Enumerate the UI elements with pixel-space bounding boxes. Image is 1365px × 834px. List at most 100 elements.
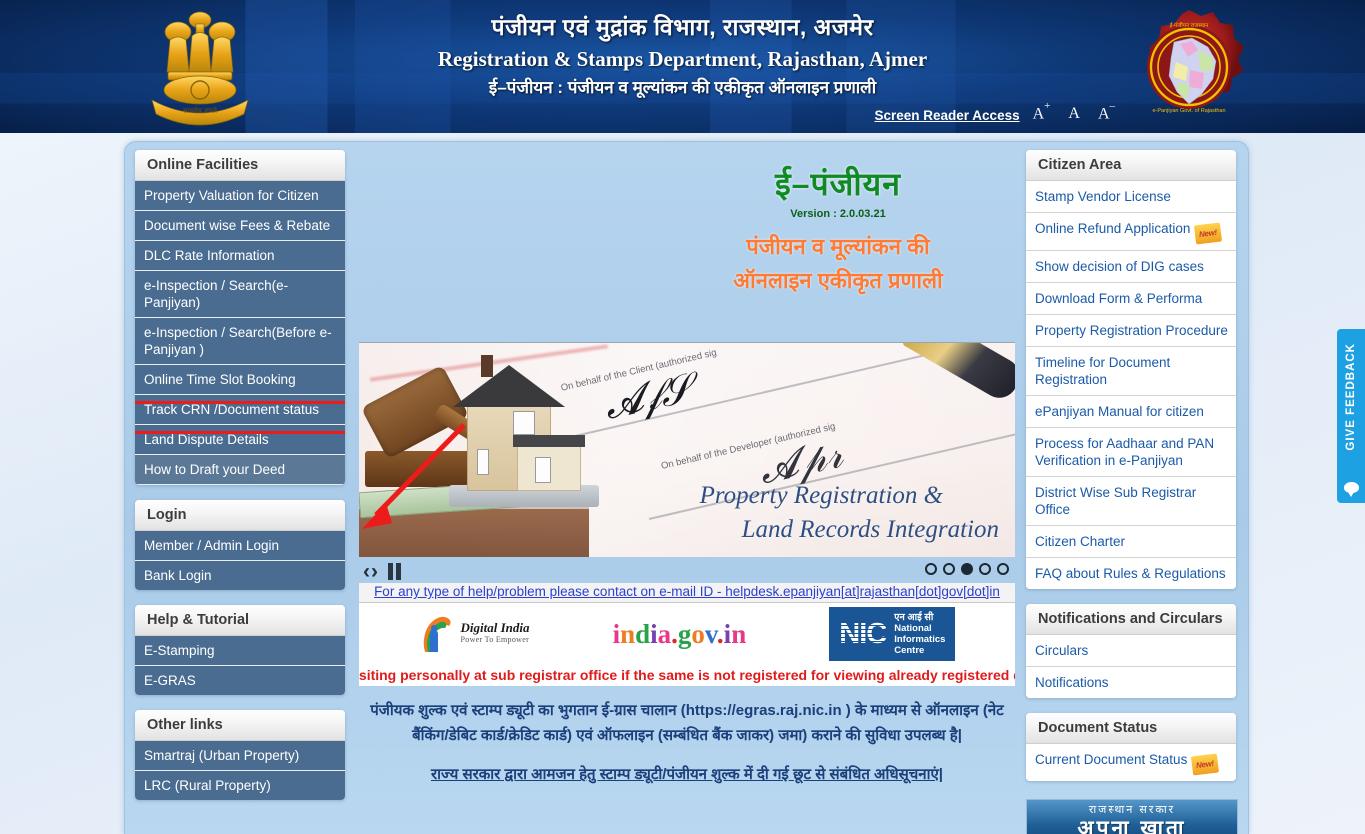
carousel-dot-4[interactable] xyxy=(979,563,991,575)
document-status-title: Document Status xyxy=(1026,713,1236,744)
screen-reader-access-link[interactable]: Screen Reader Access xyxy=(875,108,1020,123)
link-current-document-status[interactable]: Current Document Status New! xyxy=(1026,744,1236,781)
site-header: सत्यमेव जयते पंजीयन एवं मुद्रांक विभाग, … xyxy=(0,0,1365,133)
online-facilities-title: Online Facilities xyxy=(135,150,345,181)
apna-khata-logo[interactable]: राजस्थान सरकार अपना खाता (राजस्थान भू अभ… xyxy=(1026,799,1238,834)
link-property-registration-procedure[interactable]: Property Registration Procedure xyxy=(1026,315,1236,347)
carousel-controls: ‹ › xyxy=(359,557,1015,583)
content-shell: Online Facilities Property Valuation for… xyxy=(124,141,1249,834)
link-stamp-vendor-license[interactable]: Stamp Vendor License xyxy=(1026,181,1236,213)
sidebar-item-lrc[interactable]: LRC (Rural Property) xyxy=(135,771,345,800)
panel-login: Login Member / Admin Login Bank Login xyxy=(135,500,345,590)
sidebar-item-smartraj[interactable]: Smartraj (Urban Property) xyxy=(135,741,345,771)
chat-bubble-icon xyxy=(1343,482,1359,497)
accessibility-controls: Screen Reader Access A+ A A– xyxy=(875,100,1121,123)
carousel-dot-5[interactable] xyxy=(997,563,1009,575)
nic-line3: Centre xyxy=(894,645,925,656)
link-dig-cases-decision[interactable]: Show decision of DIG cases xyxy=(1026,251,1236,283)
carousel-dot-3[interactable] xyxy=(961,563,973,575)
egras-notice: पंजीयक शुल्क एवं स्टाम्प ड्यूटी का भुगता… xyxy=(370,702,1004,744)
give-feedback-tab[interactable]: GIVE FEEDBACK xyxy=(1337,329,1365,503)
nic-abbr: NIC xyxy=(839,617,887,650)
link-aadhaar-pan-verification[interactable]: Process for Aadhaar and PAN Verification… xyxy=(1026,428,1236,477)
link-faq-rules-regulations[interactable]: FAQ about Rules & Regulations xyxy=(1026,558,1236,589)
brand-title: ई–पंजीयन xyxy=(774,166,902,202)
desk-edge xyxy=(359,509,589,557)
link-circulars[interactable]: Circulars xyxy=(1026,635,1236,667)
sidebar-item-e-gras[interactable]: E-GRAS xyxy=(135,666,345,695)
nic-fullname: एन आई सी National Informatics Centre xyxy=(894,612,945,656)
stamp-duty-rebate-notification-link[interactable]: राज्य सरकार द्वारा आमजन हेतु स्टाम्प ड्य… xyxy=(359,764,1015,784)
apna-khata-line1: राजस्थान सरकार xyxy=(1088,804,1176,816)
carousel-dots xyxy=(925,563,1009,575)
digital-india-logo[interactable]: Digital India Power To Empower xyxy=(419,614,530,654)
carousel-pause-icon[interactable] xyxy=(387,563,403,580)
sidebar-item-dlc-rate[interactable]: DLC Rate Information xyxy=(135,241,345,271)
brand-subtitle-line1: पंजीयन व मूल्यांकन की xyxy=(746,234,930,259)
link-timeline-document-registration[interactable]: Timeline for Document Registration xyxy=(1026,347,1236,396)
panel-citizen-area: Citizen Area Stamp Vendor License Online… xyxy=(1026,150,1236,589)
partner-logos: Digital India Power To Empower india.gov… xyxy=(359,603,1015,665)
carousel-prev-icon[interactable]: ‹ xyxy=(363,561,370,582)
link-notifications[interactable]: Notifications xyxy=(1026,667,1236,698)
sidebar-item-bank-login[interactable]: Bank Login xyxy=(135,561,345,590)
sidebar-item-e-stamping[interactable]: E-Stamping xyxy=(135,636,345,666)
nic-logo[interactable]: NIC एन आई सी National Informatics Centre xyxy=(829,607,956,661)
brand-subtitle: पंजीयन व मूल्यांकन की ऑनलाइन एकीकृत प्रण… xyxy=(673,230,1003,298)
brand-subtitle-line2: ऑनलाइन एकीकृत प्रणाली xyxy=(733,268,943,293)
carousel-dot-2[interactable] xyxy=(943,563,955,575)
sidebar-item-member-admin-login[interactable]: Member / Admin Login xyxy=(135,531,345,561)
brand-version: Version : 2.0.03.21 xyxy=(790,208,886,220)
panel-notifications-circulars: Notifications and Circulars Circulars No… xyxy=(1026,604,1236,698)
brand-zone: ई–पंजीयन Version : 2.0.03.21 पंजीयन व मू… xyxy=(359,150,1015,342)
helpdesk-email-link[interactable]: For any type of help/problem please cont… xyxy=(359,583,1015,603)
digital-india-title: Digital India xyxy=(460,620,530,635)
nic-line1: National xyxy=(894,623,932,634)
sidebar-item-time-slot-booking[interactable]: Online Time Slot Booking xyxy=(135,365,345,395)
apna-khata-line2: अपना खाता xyxy=(1077,817,1187,834)
link-online-refund-application[interactable]: Online Refund Application New! xyxy=(1026,213,1236,251)
nic-line2: Informatics xyxy=(894,634,946,645)
house-model-icon xyxy=(439,353,599,507)
link-district-wise-sub-registrar[interactable]: District Wise Sub Registrar Office xyxy=(1026,477,1236,526)
sidebar-item-einspection-epanjiyan[interactable]: e-Inspection / Search(e-Panjiyan) xyxy=(135,271,345,318)
sidebar-item-land-dispute-details[interactable]: Land Dispute Details xyxy=(135,425,345,455)
link-label: Online Refund Application xyxy=(1035,221,1191,236)
link-label: Current Document Status xyxy=(1035,752,1188,767)
carousel-caption: Property Registration & Land Records Int… xyxy=(700,479,999,547)
digital-india-subtitle: Power To Empower xyxy=(460,635,530,644)
marquee-text: by visiting personally at sub registrar … xyxy=(359,667,1015,683)
help-tutorial-title: Help & Tutorial xyxy=(135,605,345,636)
sidebar-item-einspection-before-epanjiyan[interactable]: e-Inspection / Search(Before e-Panjiyan … xyxy=(135,318,345,365)
other-links-title: Other links xyxy=(135,710,345,741)
new-badge-icon: New! xyxy=(1194,222,1223,245)
sidebar-item-property-valuation[interactable]: Property Valuation for Citizen xyxy=(135,181,345,211)
font-decrease-button[interactable]: A– xyxy=(1098,100,1120,123)
login-title: Login xyxy=(135,500,345,531)
center-column: ई–पंजीयन Version : 2.0.03.21 पंजीयन व मू… xyxy=(359,150,1015,784)
carousel-slide[interactable]: On behalf of the Client (authorized sig … xyxy=(359,342,1015,557)
link-epanjiyan-manual[interactable]: ePanjiyan Manual for citizen xyxy=(1026,396,1236,428)
right-sidebar: Citizen Area Stamp Vendor License Online… xyxy=(1026,150,1238,834)
india-gov-logo[interactable]: india.gov.in xyxy=(613,619,747,650)
font-normal-button[interactable]: A xyxy=(1068,105,1085,123)
sidebar-item-draft-deed[interactable]: How to Draft your Deed xyxy=(135,455,345,485)
carousel-caption-line1: Property Registration & xyxy=(699,482,944,509)
link-download-form-performa[interactable]: Download Form & Performa xyxy=(1026,283,1236,315)
carousel-caption-line2: Land Records Integration xyxy=(741,516,999,543)
left-sidebar: Online Facilities Property Valuation for… xyxy=(135,150,347,815)
notifications-title: Notifications and Circulars xyxy=(1026,604,1236,635)
sidebar-item-document-fees-rebate[interactable]: Document wise Fees & Rebate xyxy=(135,211,345,241)
sidebar-item-track-crn[interactable]: Track CRN /Document status xyxy=(135,395,345,425)
new-badge-icon: New! xyxy=(1191,753,1220,776)
carousel-next-icon[interactable]: › xyxy=(371,561,378,582)
panel-help-tutorial: Help & Tutorial E-Stamping E-GRAS xyxy=(135,605,345,695)
carousel-dot-1[interactable] xyxy=(925,563,937,575)
emblem-caption: सत्यमेव जयते xyxy=(183,106,218,115)
panel-online-facilities: Online Facilities Property Valuation for… xyxy=(135,150,345,485)
link-citizen-charter[interactable]: Citizen Charter xyxy=(1026,526,1236,558)
give-feedback-label: GIVE FEEDBACK xyxy=(1345,343,1357,451)
panel-other-links: Other links Smartraj (Urban Property) LR… xyxy=(135,710,345,800)
font-increase-button[interactable]: A+ xyxy=(1033,100,1056,123)
svg-text:ई-पंजीयन राजस्थान: ई-पंजीयन राजस्थान xyxy=(1170,22,1210,29)
